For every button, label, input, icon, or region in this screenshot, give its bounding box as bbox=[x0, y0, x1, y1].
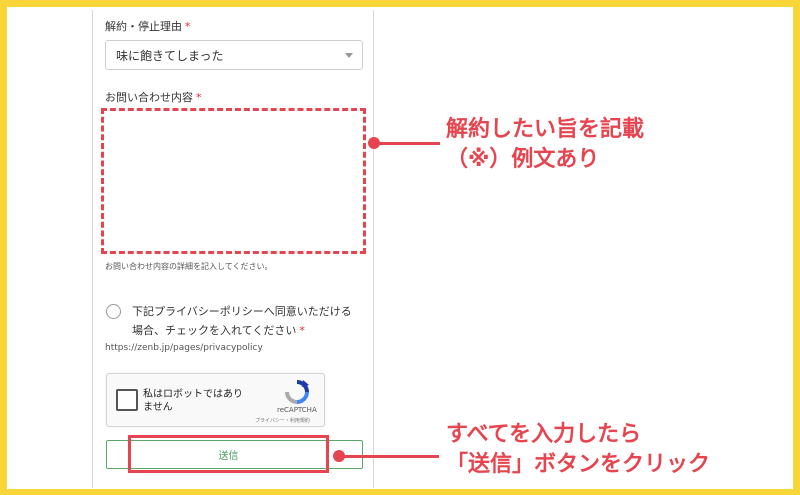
inquiry-hint: お問い合わせ内容の詳細を記入してください。 bbox=[105, 262, 273, 271]
annotation-line bbox=[339, 455, 439, 458]
callout-top: 解約したい旨を記載 （※）例文あり bbox=[446, 117, 645, 172]
consent-label: 下記プライバシーポリシーへ同意いただける場合、チェックを入れてください * bbox=[132, 305, 352, 337]
required-mark: * bbox=[185, 20, 191, 33]
required-mark: * bbox=[299, 324, 305, 337]
recaptcha-links[interactable]: プライバシー・利用規約 bbox=[255, 417, 310, 424]
recaptcha-checkbox[interactable] bbox=[116, 389, 138, 411]
submit-button[interactable]: 送信 bbox=[128, 435, 329, 473]
chevron-down-icon bbox=[345, 53, 353, 58]
inquiry-textarea[interactable] bbox=[101, 108, 366, 254]
annotation-line bbox=[374, 142, 440, 145]
recaptcha-widget: 私はロボットではあり ません reCAPTCHA プライバシー・利用規約 bbox=[106, 373, 325, 427]
required-mark: * bbox=[196, 91, 202, 104]
recaptcha-brand: reCAPTCHA bbox=[277, 406, 317, 414]
inquiry-label: お問い合わせ内容 * bbox=[105, 91, 202, 104]
reason-select[interactable]: 味に飽きてしまった bbox=[105, 40, 363, 70]
consent-checkbox[interactable] bbox=[106, 304, 121, 319]
recaptcha-logo-icon bbox=[285, 380, 309, 404]
reason-select-value: 味に飽きてしまった bbox=[116, 48, 224, 63]
callout-bottom: すべてを入力したら 「送信」ボタンをクリック bbox=[446, 422, 711, 477]
reason-label: 解約・停止理由 * bbox=[105, 20, 191, 33]
recaptcha-label: 私はロボットではあり ません bbox=[143, 389, 243, 413]
privacy-policy-link[interactable]: https://zenb.jp/pages/privacypolicy bbox=[105, 343, 263, 353]
